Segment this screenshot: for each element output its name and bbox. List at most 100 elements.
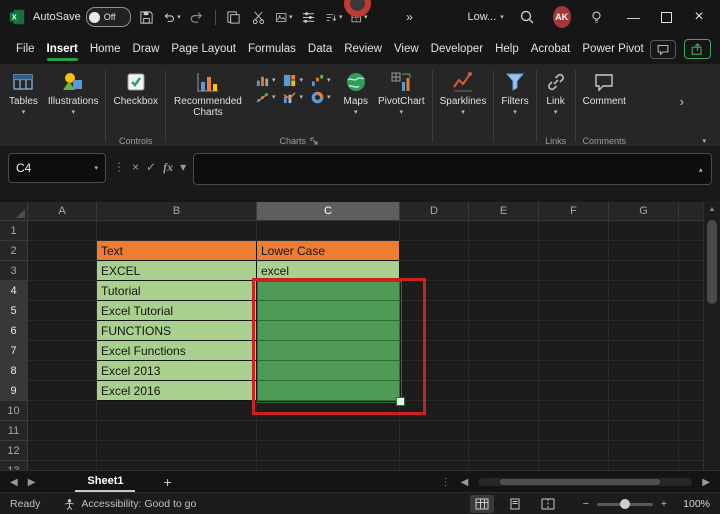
menu-tab-help[interactable]: Help: [489, 38, 525, 60]
row-header-2[interactable]: 2: [0, 241, 28, 261]
row-header-8[interactable]: 8: [0, 361, 28, 381]
cell-C4[interactable]: [257, 281, 400, 301]
recommended-charts-button[interactable]: Recommended Charts: [168, 66, 248, 118]
cell-B8[interactable]: Excel 2013: [97, 361, 257, 381]
zoom-out-button[interactable]: −: [583, 498, 589, 510]
menu-tab-acrobat[interactable]: Acrobat: [525, 38, 577, 60]
column-header-F[interactable]: F: [539, 202, 609, 221]
cell-E12[interactable]: [469, 441, 539, 461]
share-button[interactable]: [684, 39, 711, 59]
cell-C7[interactable]: [257, 341, 400, 361]
checkbox-button[interactable]: Checkbox: [108, 66, 162, 107]
menu-tab-draw[interactable]: Draw: [127, 38, 166, 60]
cell-E13[interactable]: [469, 461, 539, 470]
cell-D8[interactable]: [400, 361, 469, 381]
copy-button[interactable]: [225, 5, 243, 29]
sparklines-button[interactable]: Sparklines ▾: [435, 66, 492, 116]
cell-A9[interactable]: [28, 381, 97, 401]
column-header-C[interactable]: C: [257, 202, 400, 221]
cell-C5[interactable]: [257, 301, 400, 321]
row-header-4[interactable]: 4: [0, 281, 28, 301]
cell-B11[interactable]: [97, 421, 257, 441]
cell-F4[interactable]: [539, 281, 609, 301]
cell-B12[interactable]: [97, 441, 257, 461]
row-header-12[interactable]: 12: [0, 441, 28, 461]
cell-D2[interactable]: [400, 241, 469, 261]
cell-F2[interactable]: [539, 241, 609, 261]
avatar[interactable]: AK: [553, 6, 571, 28]
cell-E10[interactable]: [469, 401, 539, 421]
maps-button[interactable]: Maps ▾: [339, 66, 373, 116]
cell-E9[interactable]: [469, 381, 539, 401]
settings-sliders-button[interactable]: [300, 5, 318, 29]
cell-F13[interactable]: [539, 461, 609, 470]
cell-D6[interactable]: [400, 321, 469, 341]
page-layout-view-button[interactable]: [503, 495, 527, 513]
cell-E7[interactable]: [469, 341, 539, 361]
cell-G6[interactable]: [609, 321, 679, 341]
zoom-level[interactable]: 100%: [676, 498, 710, 510]
cell-E1[interactable]: [469, 221, 539, 241]
menu-tab-developer[interactable]: Developer: [425, 38, 489, 60]
column-header-E[interactable]: E: [469, 202, 539, 221]
column-header-A[interactable]: A: [28, 202, 97, 221]
pivotchart-button[interactable]: PivotChart ▾: [373, 66, 430, 116]
row-header-3[interactable]: 3: [0, 261, 28, 281]
cell-C10[interactable]: [257, 401, 400, 421]
cell-F3[interactable]: [539, 261, 609, 281]
cell-B3[interactable]: EXCEL: [97, 261, 257, 281]
zoom-in-button[interactable]: +: [661, 498, 667, 510]
autosave-control[interactable]: AutoSave Off: [33, 7, 131, 27]
select-all-corner[interactable]: [0, 202, 28, 221]
cell-B6[interactable]: FUNCTIONS: [97, 321, 257, 341]
cell-D7[interactable]: [400, 341, 469, 361]
cell-A12[interactable]: [28, 441, 97, 461]
cell-D9[interactable]: [400, 381, 469, 401]
cell-B13[interactable]: [97, 461, 257, 470]
comment-button-top[interactable]: [650, 40, 676, 59]
insert-function-button[interactable]: fx: [163, 153, 173, 181]
cell-A8[interactable]: [28, 361, 97, 381]
enter-button[interactable]: ✓: [146, 153, 156, 181]
column-header-B[interactable]: B: [97, 202, 257, 221]
dialog-launcher-icon[interactable]: [310, 137, 318, 145]
horizontal-scroll-thumb[interactable]: [500, 479, 660, 485]
cell-C9[interactable]: [257, 381, 400, 401]
cell-G7[interactable]: [609, 341, 679, 361]
insert-hierarchy-chart-button[interactable]: ▾: [283, 74, 303, 87]
cell-C12[interactable]: [257, 441, 400, 461]
row-header-5[interactable]: 5: [0, 301, 28, 321]
link-button[interactable]: Link ▾: [539, 66, 573, 116]
cell-C11[interactable]: [257, 421, 400, 441]
cell-D4[interactable]: [400, 281, 469, 301]
cell-F1[interactable]: [539, 221, 609, 241]
cell-C6[interactable]: [257, 321, 400, 341]
cell-A10[interactable]: [28, 401, 97, 421]
cell-A5[interactable]: [28, 301, 97, 321]
formula-input[interactable]: ▾: [193, 153, 712, 185]
column-header-D[interactable]: D: [400, 202, 469, 221]
cell-D1[interactable]: [400, 221, 469, 241]
menu-tab-file[interactable]: File: [10, 38, 41, 60]
sort-filter-button[interactable]: ▾: [325, 5, 343, 29]
cell-B7[interactable]: Excel Functions: [97, 341, 257, 361]
menu-tab-formulas[interactable]: Formulas: [242, 38, 302, 60]
expand-formula-bar-icon[interactable]: ▾: [699, 166, 703, 173]
page-break-view-button[interactable]: [536, 495, 560, 513]
close-button[interactable]: ×: [686, 0, 712, 34]
row-header-13[interactable]: 13: [0, 461, 28, 470]
tab-options-icon[interactable]: ⋮: [441, 477, 451, 488]
add-sheet-button[interactable]: +: [163, 474, 171, 490]
cell-F7[interactable]: [539, 341, 609, 361]
minimize-button[interactable]: —: [621, 0, 647, 34]
cell-E2[interactable]: [469, 241, 539, 261]
cell-B10[interactable]: [97, 401, 257, 421]
cell-G11[interactable]: [609, 421, 679, 441]
insert-column-chart-button[interactable]: ▾: [256, 74, 276, 87]
normal-view-button[interactable]: [470, 495, 494, 513]
menu-tab-page-layout[interactable]: Page Layout: [165, 38, 242, 60]
cell-C13[interactable]: [257, 461, 400, 470]
vertical-scrollbar[interactable]: ▲: [703, 202, 720, 470]
tables-button[interactable]: Tables ▾: [4, 66, 43, 116]
cell-A3[interactable]: [28, 261, 97, 281]
